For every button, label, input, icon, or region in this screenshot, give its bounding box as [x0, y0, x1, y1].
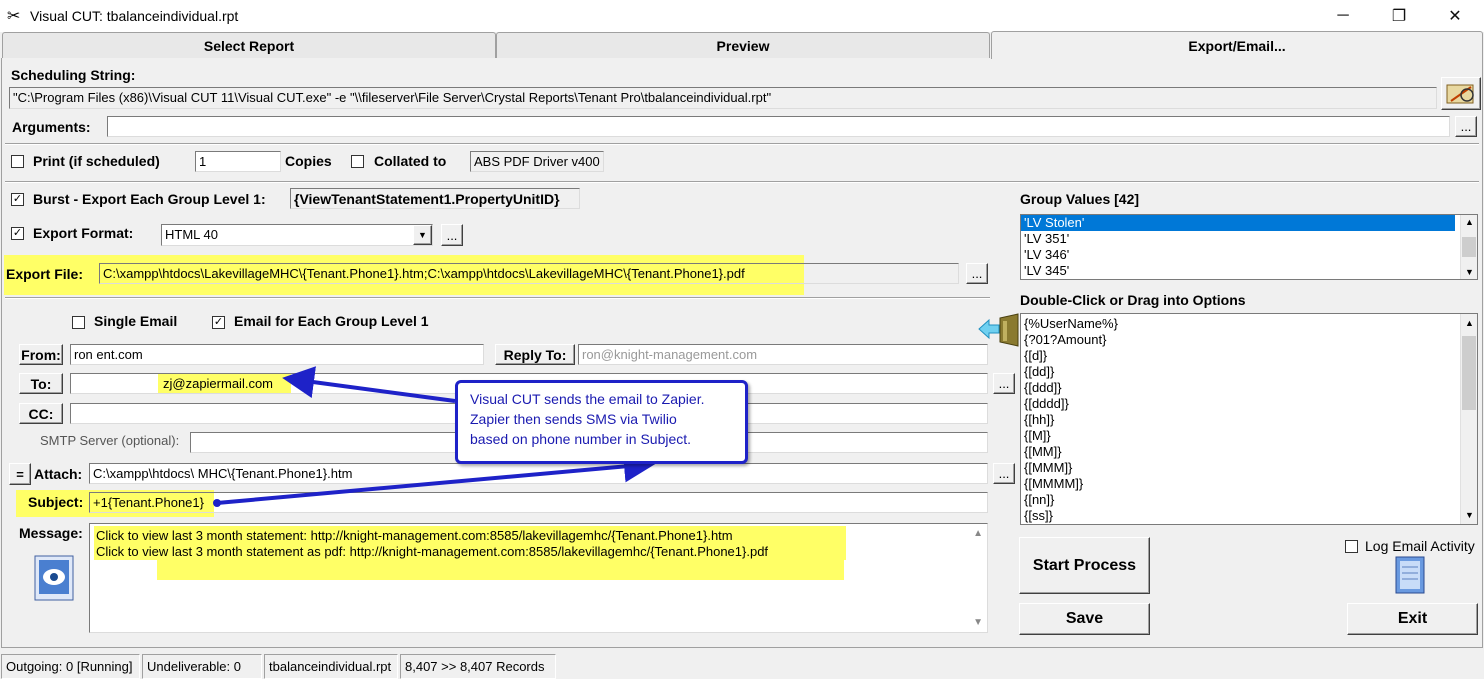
- list-item[interactable]: 'LV 351': [1021, 231, 1477, 247]
- list-item[interactable]: {%UserName%}: [1021, 316, 1477, 332]
- list-item[interactable]: {[M]}: [1021, 428, 1477, 444]
- log-email-checkbox[interactable]: [1345, 540, 1358, 553]
- list-item[interactable]: {[MMMM]}: [1021, 476, 1477, 492]
- save-button[interactable]: Save: [1019, 603, 1150, 635]
- list-item[interactable]: {[nn]}: [1021, 492, 1477, 508]
- callout-line-3: based on phone number in Subject.: [470, 431, 692, 447]
- list-item[interactable]: {[ss]}: [1021, 508, 1477, 524]
- group-values-list[interactable]: 'LV Stolen' 'LV 351' 'LV 346' 'LV 345' ▲…: [1020, 214, 1478, 280]
- scroll-thumb[interactable]: [1462, 237, 1476, 257]
- group-values-label: Group Values [42]: [1020, 191, 1140, 207]
- list-item[interactable]: {[MMM]}: [1021, 460, 1477, 476]
- exit-button[interactable]: Exit: [1347, 603, 1478, 635]
- list-item[interactable]: {[hh]}: [1021, 412, 1477, 428]
- chevron-down-icon[interactable]: ▼: [1465, 267, 1474, 277]
- scroll-thumb[interactable]: [1462, 336, 1476, 410]
- status-undeliverable: Undeliverable: 0: [142, 654, 262, 679]
- options-list[interactable]: {%UserName%} {?01?Amount} {[d]} {[dd]} {…: [1020, 313, 1478, 525]
- start-process-button[interactable]: Start Process: [1019, 537, 1150, 594]
- log-email-label: Log Email Activity: [1365, 538, 1475, 554]
- list-item[interactable]: 'LV Stolen': [1021, 215, 1455, 231]
- status-records: 8,407 >> 8,407 Records: [400, 654, 556, 679]
- chevron-up-icon[interactable]: ▲: [1465, 217, 1474, 227]
- callout-line-1: Visual CUT sends the email to Zapier.: [470, 391, 705, 407]
- list-item[interactable]: {[d]}: [1021, 348, 1477, 364]
- chevron-down-icon[interactable]: ▼: [1465, 510, 1474, 520]
- notepad-icon[interactable]: [1392, 555, 1432, 597]
- chevron-up-icon[interactable]: ▲: [1465, 318, 1474, 328]
- status-report: tbalanceindividual.rpt: [264, 654, 398, 679]
- list-item[interactable]: {[MM]}: [1021, 444, 1477, 460]
- callout-line-2: Zapier then sends SMS via Twilio: [470, 411, 677, 427]
- list-item[interactable]: 'LV 345': [1021, 263, 1477, 279]
- list-item[interactable]: {[ddd]}: [1021, 380, 1477, 396]
- list-item[interactable]: {[dddd]}: [1021, 396, 1477, 412]
- annotation-callout: Visual CUT sends the email to Zapier. Za…: [455, 380, 748, 464]
- options-label: Double-Click or Drag into Options: [1020, 292, 1246, 308]
- list-item[interactable]: {?01?Amount}: [1021, 332, 1477, 348]
- list-item[interactable]: 'LV 346': [1021, 247, 1477, 263]
- status-outgoing: Outgoing: 0 [Running]: [1, 654, 140, 679]
- group-values-scrollbar[interactable]: ▲ ▼: [1460, 215, 1477, 279]
- list-item[interactable]: {[dd]}: [1021, 364, 1477, 380]
- options-scrollbar[interactable]: ▲ ▼: [1460, 314, 1477, 524]
